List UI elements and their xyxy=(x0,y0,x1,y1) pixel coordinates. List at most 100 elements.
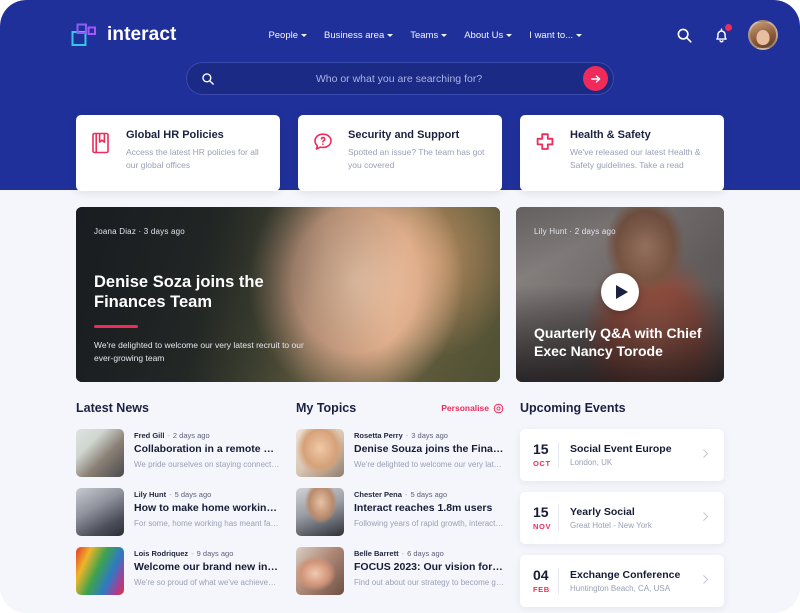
chevron-down-icon xyxy=(387,34,393,37)
featured-video-title: Quarterly Q&A with Chief Exec Nancy Toro… xyxy=(534,324,708,360)
timestamp: 5 days ago xyxy=(175,490,212,499)
chevron-down-icon xyxy=(441,34,447,37)
topic-list-item[interactable]: Rosetta Perry-3 days ago Denise Souza jo… xyxy=(296,429,504,477)
news-list-item[interactable]: Lily Hunt-5 days ago How to make home wo… xyxy=(76,488,280,536)
quick-link-description: Spotted an issue? The team has got you c… xyxy=(348,146,488,172)
article-title: FOCUS 2023: Our vision for th... xyxy=(354,561,504,575)
article-thumbnail xyxy=(296,429,344,477)
chevron-right-icon xyxy=(700,572,711,590)
nav-item-i-want-to[interactable]: I want to... xyxy=(529,30,582,41)
search-bar[interactable] xyxy=(186,62,614,95)
latest-news-header: Latest News xyxy=(76,400,280,416)
latest-news-column: Latest News Fred Gill-2 days ago Collabo… xyxy=(76,400,280,613)
event-list-item[interactable]: 04 FEB Exchange Conference Huntington Be… xyxy=(520,555,724,607)
event-list-item[interactable]: 15 NOV Yearly Social Great Hotel - New Y… xyxy=(520,492,724,544)
article-meta: Lily Hunt-5 days ago xyxy=(134,490,280,499)
upcoming-events-column: Upcoming Events 15 OCT Social Event Euro… xyxy=(520,400,724,613)
quick-link-card-security-support[interactable]: Security and Support Spotted an issue? T… xyxy=(298,115,502,191)
top-navigation-bar: interact People Business area Teams Abou… xyxy=(0,14,800,56)
my-topics-header: My Topics Personalise xyxy=(296,400,504,416)
event-day: 04 xyxy=(533,568,545,583)
article-excerpt: We're so proud of what we've achieved! .… xyxy=(134,578,280,587)
meta-separator: · xyxy=(138,227,141,236)
article-meta: Fred Gill-2 days ago xyxy=(134,431,280,440)
chevron-right-icon xyxy=(700,446,711,464)
article-thumbnail xyxy=(296,488,344,536)
upcoming-events-header: Upcoming Events xyxy=(520,400,724,416)
user-avatar[interactable] xyxy=(748,20,778,50)
brand-name: interact xyxy=(107,24,176,46)
content-columns: Latest News Fred Gill-2 days ago Collabo… xyxy=(76,400,724,613)
article-title: How to make home working... xyxy=(134,502,280,516)
nav-label: Teams xyxy=(410,30,438,41)
featured-video-card[interactable]: Lily Hunt · 2 days ago Quarterly Q&A wit… xyxy=(516,207,724,382)
nav-label: About Us xyxy=(464,30,503,41)
article-title: Denise Souza joins the Financ... xyxy=(354,443,504,457)
play-triangle xyxy=(616,284,628,298)
event-location: London, UK xyxy=(570,458,687,467)
news-list-item[interactable]: Fred Gill-2 days ago Collaboration in a … xyxy=(76,429,280,477)
personalise-label: Personalise xyxy=(441,403,489,413)
timestamp: 2 days ago xyxy=(575,227,616,236)
topic-list-item[interactable]: Belle Barrett-6 days ago FOCUS 2023: Our… xyxy=(296,547,504,595)
my-topics-column: My Topics Personalise Rosetta Perry-3 xyxy=(296,400,504,613)
section-title: Upcoming Events xyxy=(520,401,626,415)
event-date: 04 FEB xyxy=(533,568,559,594)
question-speech-bubble-icon xyxy=(312,129,336,175)
article-thumbnail xyxy=(76,547,124,595)
search-icon xyxy=(201,72,215,86)
quick-link-title: Global HR Policies xyxy=(126,129,266,141)
timestamp: 3 days ago xyxy=(144,227,185,236)
chevron-down-icon xyxy=(506,34,512,37)
news-list-item[interactable]: Lois Rodriquez-9 days ago Welcome our br… xyxy=(76,547,280,595)
chevron-right-icon xyxy=(700,509,711,527)
author-name: Fred Gill xyxy=(134,431,164,440)
nav-label: People xyxy=(268,30,298,41)
event-title: Yearly Social xyxy=(570,506,687,518)
event-title: Exchange Conference xyxy=(570,569,687,581)
nav-item-people[interactable]: People xyxy=(268,30,307,41)
topic-list-item[interactable]: Chester Pena-5 days ago Interact reaches… xyxy=(296,488,504,536)
search-icon[interactable] xyxy=(674,25,694,45)
article-thumbnail xyxy=(76,429,124,477)
chevron-down-icon xyxy=(576,34,582,37)
quick-link-card-health-safety[interactable]: Health & Safety We've released our lates… xyxy=(520,115,724,191)
nav-item-about-us[interactable]: About Us xyxy=(464,30,512,41)
article-title: Interact reaches 1.8m users xyxy=(354,502,504,516)
article-excerpt: We pride ourselves on staying connected … xyxy=(134,460,280,469)
accent-divider xyxy=(94,325,138,328)
interact-squares-logo-icon xyxy=(70,21,98,49)
nav-label: Business area xyxy=(324,30,384,41)
play-icon[interactable] xyxy=(601,272,639,310)
featured-article-meta: Joana Diaz · 3 days ago xyxy=(94,227,482,236)
article-excerpt: Following years of rapid growth, interac… xyxy=(354,519,504,528)
timestamp: 6 days ago xyxy=(407,549,444,558)
quick-link-title: Health & Safety xyxy=(570,129,710,141)
search-submit-button[interactable] xyxy=(583,66,608,91)
author-name: Rosetta Perry xyxy=(354,431,403,440)
author-name: Lily Hunt xyxy=(534,227,567,236)
chevron-down-icon xyxy=(301,34,307,37)
personalise-button[interactable]: Personalise xyxy=(441,403,504,414)
notification-unread-dot xyxy=(725,24,732,31)
search-input[interactable] xyxy=(215,73,583,85)
featured-article-card[interactable]: Joana Diaz · 3 days ago Denise Soza join… xyxy=(76,207,500,382)
medical-cross-icon xyxy=(534,129,558,175)
nav-item-business-area[interactable]: Business area xyxy=(324,30,393,41)
event-location: Huntington Beach, CA, USA xyxy=(570,584,687,593)
article-excerpt: For some, home working has meant far gre… xyxy=(134,519,280,528)
event-title: Social Event Europe xyxy=(570,443,687,455)
quick-link-card-hr-policies[interactable]: Global HR Policies Access the latest HR … xyxy=(76,115,280,191)
nav-item-teams[interactable]: Teams xyxy=(410,30,447,41)
event-list-item[interactable]: 15 OCT Social Event Europe London, UK xyxy=(520,429,724,481)
featured-article-body: Joana Diaz · 3 days ago Denise Soza join… xyxy=(94,227,482,366)
notifications-bell-icon[interactable] xyxy=(711,25,731,45)
event-month: NOV xyxy=(533,522,545,531)
article-meta: Lois Rodriquez-9 days ago xyxy=(134,549,280,558)
article-title: Collaboration in a remote wo... xyxy=(134,443,280,457)
article-meta: Belle Barrett-6 days ago xyxy=(354,549,504,558)
brand-logo[interactable]: interact xyxy=(70,21,176,49)
article-thumbnail xyxy=(76,488,124,536)
event-month: OCT xyxy=(533,459,545,468)
event-day: 15 xyxy=(533,505,545,520)
